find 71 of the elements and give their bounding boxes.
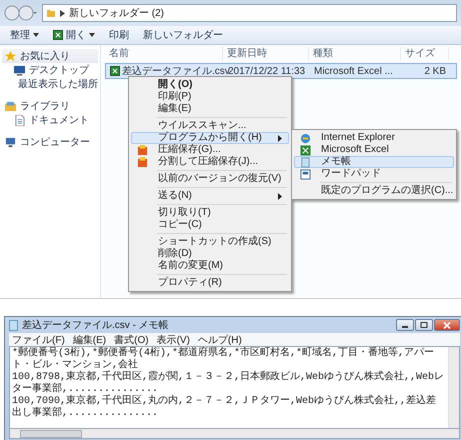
menu-item[interactable]: 名前の変更(M) (131, 260, 289, 272)
column-header[interactable]: サイズ (401, 47, 449, 61)
file-name: 差込データファイル.csv (122, 64, 230, 78)
maximize-button[interactable] (415, 319, 433, 331)
menu-item[interactable]: 切り取り(T) (131, 207, 289, 219)
toolbar-button[interactable]: 印刷 (107, 27, 131, 43)
sidebar-item[interactable]: コンピューター (2, 135, 98, 149)
close-icon (443, 322, 451, 328)
menu-item[interactable]: 書式(O) (114, 332, 149, 346)
sidebar-item[interactable]: 最近表示した場所 (2, 77, 98, 91)
column-header[interactable]: 更新日時 (223, 47, 309, 61)
menu-item[interactable]: ショートカットの作成(S) (131, 236, 289, 248)
toolbar-button[interactable]: 整理 (8, 27, 41, 43)
menu-item[interactable]: 圧縮保存(G)... (131, 144, 289, 156)
address-field[interactable]: 新しいフォルダー (2) (42, 4, 457, 22)
minimize-button[interactable] (396, 319, 414, 331)
column-header[interactable]: 種類 (309, 47, 401, 61)
menu-item[interactable]: 既定のプログラムの選択(C)... (294, 185, 454, 197)
toolbar-button[interactable]: 新しいフォルダー (141, 27, 225, 43)
menu-item[interactable]: プログラムから開く(H) (131, 132, 289, 144)
dropdown-arrow-icon (89, 33, 95, 37)
menu-item[interactable]: プロパティ(R) (131, 277, 289, 289)
close-button[interactable] (434, 319, 460, 331)
window-title: 差込データファイル.csv - メモ帳 (22, 318, 170, 332)
menu-item[interactable]: メモ帳 (294, 156, 454, 168)
folder-icon (46, 8, 56, 18)
menu-item[interactable]: 印刷(P) (131, 91, 289, 103)
table-cell-text: Microsoft Excel ... (313, 66, 394, 76)
menu-item[interactable]: 編集(E) (131, 103, 289, 115)
breadcrumb-arrow-icon (60, 10, 65, 16)
archive-icon (137, 145, 148, 156)
sidebar-item[interactable]: ライブラリ (2, 99, 98, 113)
menu-item[interactable]: Internet Explorer (294, 132, 454, 144)
menu-item[interactable]: 削除(D) (131, 248, 289, 260)
sidebar-item[interactable]: ドキュメント (2, 113, 98, 127)
scrollbar[interactable] (9, 429, 460, 439)
globe-icon (300, 133, 311, 144)
menu-item[interactable]: ヘルプ(H) (198, 332, 242, 346)
maximize-icon (420, 322, 428, 328)
menu-item[interactable]: 表示(V) (156, 332, 190, 346)
spreadsheet-icon (53, 30, 63, 40)
menu-item[interactable]: 編集(E) (72, 332, 106, 346)
spreadsheet-icon (300, 145, 311, 156)
library-icon (5, 100, 16, 112)
file-row[interactable]: 差込データファイル.csv2017/12/22 11:33 Microsoft Excel ... 2 KB (105, 63, 457, 79)
menu-item[interactable]: コピー(C) (131, 219, 289, 231)
menu-item[interactable]: ファイル(F) (12, 332, 65, 346)
archive-icon (137, 157, 148, 168)
star-icon (5, 50, 16, 62)
computer-icon (5, 136, 16, 148)
table-cell-text: 2 KB (423, 66, 447, 76)
document-icon (300, 169, 311, 180)
menu-item[interactable]: ワードパッド (294, 168, 454, 180)
menu-item[interactable]: 以前のバージョンの復元(V) (131, 173, 289, 185)
menu-item[interactable]: 送る(N) (131, 190, 289, 202)
menu-item[interactable]: 分割して圧縮保存(J)... (131, 156, 289, 168)
notepad-icon (300, 157, 311, 168)
sidebar-item[interactable]: デスクトップ (2, 63, 98, 77)
dropdown-arrow-icon (33, 33, 39, 37)
menu-item[interactable]: 開く(O) (131, 79, 289, 91)
submenu-arrow-icon (278, 193, 282, 200)
spreadsheet-icon (110, 66, 120, 76)
column-header[interactable]: 名前 (105, 47, 223, 61)
menu-item[interactable]: Microsoft Excel (294, 144, 454, 156)
document-icon (14, 114, 25, 126)
submenu-arrow-icon (278, 135, 282, 142)
sidebar-item[interactable]: お気に入り (2, 49, 98, 63)
toolbar-button[interactable]: 開く (51, 27, 97, 43)
desktop-icon (14, 64, 25, 76)
menu-item[interactable]: ウイルススキャン... (131, 120, 289, 132)
notepad-icon (9, 320, 18, 330)
